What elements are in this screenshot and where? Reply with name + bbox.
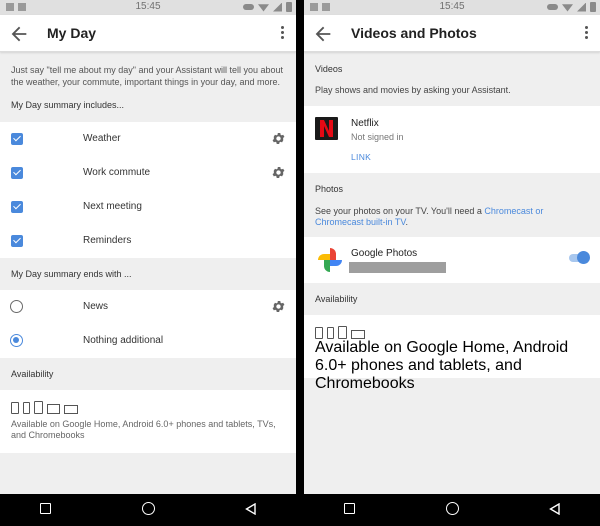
home-icon[interactable] — [446, 502, 459, 515]
include-item-reminders[interactable]: Reminders — [0, 224, 296, 258]
vpn-key-icon — [547, 4, 558, 10]
battery-icon — [286, 2, 292, 12]
google-photos-icon — [318, 248, 342, 272]
device-icons — [11, 400, 285, 414]
app-bar: My Day — [0, 15, 296, 52]
nav-back-icon[interactable] — [549, 503, 560, 515]
wifi-icon — [258, 4, 269, 12]
app-bar: Videos and Photos — [304, 15, 600, 52]
availability-text: Available on Google Home, Android 6.0+ p… — [11, 419, 276, 440]
netflix-status: Not signed in — [351, 132, 404, 142]
include-item-label: Work commute — [83, 167, 151, 178]
end-item-label: Nothing additional — [83, 335, 164, 346]
nav-back-icon[interactable] — [245, 503, 256, 515]
videos-description: Play shows and movies by asking your Ass… — [304, 84, 600, 106]
gear-icon[interactable] — [271, 131, 286, 146]
availability-card: Available on Google Home, Android 6.0+ p… — [0, 390, 296, 453]
intro-text: Just say "tell me about my day" and your… — [0, 52, 296, 92]
back-arrow-icon[interactable] — [312, 23, 334, 45]
status-icons — [547, 2, 596, 12]
my-day-screen: 15:45 My Day Just say "tell me about my … — [0, 0, 296, 526]
more-vert-icon[interactable] — [580, 24, 592, 44]
nothing-additional-radio[interactable] — [10, 334, 23, 347]
includes-list: Weather Work commute Next meeting Remind… — [0, 122, 296, 258]
weather-checkbox[interactable] — [11, 133, 23, 145]
google-photos-toggle[interactable] — [569, 251, 590, 264]
videos-heading: Videos — [304, 52, 600, 84]
laptop-icon — [351, 330, 365, 339]
include-item-label: Next meeting — [83, 201, 142, 212]
google-photos-card: Google Photos — [304, 237, 600, 283]
videos-photos-screen: 15:45 Videos and Photos Videos Play show… — [304, 0, 600, 526]
status-bar: 15:45 — [0, 0, 296, 15]
netflix-name: Netflix — [351, 118, 379, 129]
more-vert-icon[interactable] — [276, 24, 288, 44]
end-item-label: News — [83, 301, 109, 312]
device-icons — [315, 325, 589, 339]
netflix-card: Netflix Not signed in LINK — [304, 106, 600, 173]
next-meeting-checkbox[interactable] — [11, 201, 23, 213]
wifi-icon — [562, 4, 573, 12]
include-item-next-meeting[interactable]: Next meeting — [0, 190, 296, 224]
news-radio[interactable] — [10, 300, 23, 313]
netflix-icon — [315, 117, 338, 140]
tablet-icon — [34, 401, 43, 414]
availability-card: Available on Google Home, Android 6.0+ p… — [304, 315, 600, 392]
google-photos-name: Google Photos — [351, 248, 418, 259]
status-icons — [243, 2, 292, 12]
reminders-checkbox[interactable] — [11, 235, 23, 247]
page-title: Videos and Photos — [351, 25, 477, 41]
include-item-label: Weather — [83, 133, 121, 144]
netflix-link-button[interactable]: LINK — [351, 152, 371, 162]
tv-icon — [47, 404, 60, 414]
includes-heading: My Day summary includes... — [0, 92, 296, 122]
vpn-key-icon — [243, 4, 254, 10]
nav-bar — [304, 494, 600, 526]
battery-icon — [590, 2, 596, 12]
recents-icon[interactable] — [344, 503, 355, 514]
gear-icon[interactable] — [271, 299, 286, 314]
nav-bar — [0, 494, 296, 526]
tablet-icon — [338, 326, 347, 339]
page-title: My Day — [47, 25, 97, 41]
ends-list: News Nothing additional — [0, 290, 296, 358]
include-item-label: Reminders — [83, 235, 132, 246]
phone-icon — [327, 327, 334, 339]
signal-icon — [273, 2, 282, 12]
ends-heading: My Day summary ends with ... — [0, 258, 296, 290]
end-item-news[interactable]: News — [0, 290, 296, 324]
work-commute-checkbox[interactable] — [11, 167, 23, 179]
include-item-work-commute[interactable]: Work commute — [0, 156, 296, 190]
end-item-nothing-additional[interactable]: Nothing additional — [0, 324, 296, 358]
photos-heading: Photos — [304, 173, 600, 205]
photos-description: See your photos on your TV. You'll need … — [304, 205, 600, 237]
signal-icon — [577, 2, 586, 12]
gear-icon[interactable] — [271, 165, 286, 180]
home-icon[interactable] — [142, 502, 155, 515]
status-bar: 15:45 — [304, 0, 600, 15]
availability-heading: Availability — [0, 358, 296, 390]
photos-desc-suffix: . — [405, 217, 409, 227]
redacted-account — [349, 262, 446, 273]
laptop-icon — [64, 405, 78, 414]
include-item-weather[interactable]: Weather — [0, 122, 296, 156]
photos-desc-prefix: See your photos on your TV. You'll need … — [315, 206, 485, 216]
speaker-icon — [11, 402, 19, 414]
speaker-icon — [315, 327, 323, 339]
availability-text: Available on Google Home, Android 6.0+ p… — [315, 339, 569, 392]
recents-icon[interactable] — [40, 503, 51, 514]
phone-icon — [23, 402, 30, 414]
availability-heading: Availability — [304, 283, 600, 315]
back-arrow-icon[interactable] — [8, 23, 30, 45]
